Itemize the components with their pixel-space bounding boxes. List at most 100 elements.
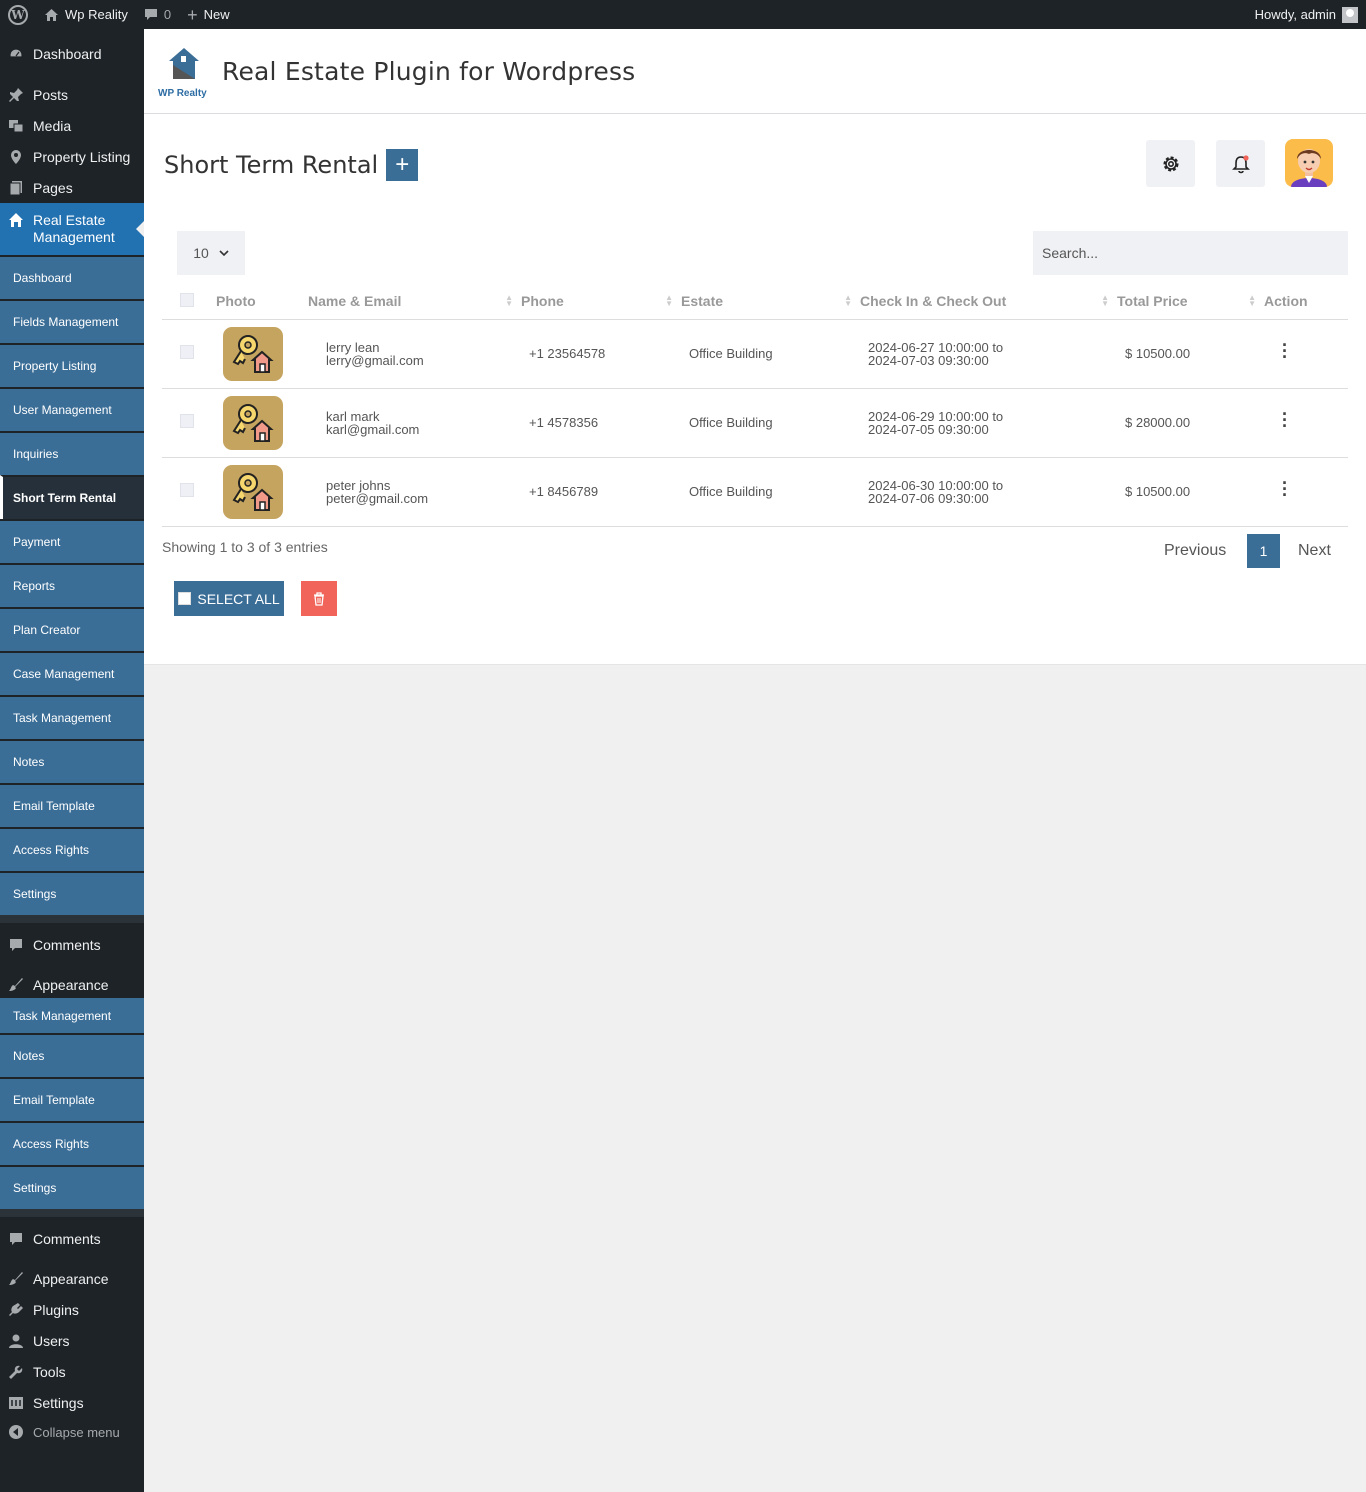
menu-real-estate-management[interactable]: Real Estate Management	[0, 203, 144, 255]
customer-name: lerry lean	[326, 339, 380, 355]
keys-house-icon	[232, 472, 274, 511]
more-actions-icon[interactable]: · · ·	[1282, 405, 1288, 435]
phone-cell: +1 8456789	[521, 457, 681, 527]
settings-button[interactable]	[1146, 140, 1195, 187]
delete-button[interactable]	[301, 581, 337, 616]
search-input[interactable]	[1033, 231, 1348, 275]
my-account-link[interactable]: Howdy, admin	[1247, 0, 1366, 29]
menu-dashboard[interactable]: Dashboard	[0, 39, 144, 69]
header-total-price[interactable]: Total Price ▲ ▼	[1117, 284, 1264, 320]
check-in: 2024-06-30 10:00:00 to	[868, 477, 1004, 493]
row-checkbox[interactable]	[180, 483, 194, 497]
submenu-property-listing[interactable]: Property Listing	[0, 343, 144, 387]
submenu-short-term-rental[interactable]: Short Term Rental	[0, 475, 144, 519]
photo-cell	[216, 388, 308, 458]
site-name-link[interactable]: Wp Reality	[36, 0, 136, 29]
menu-label: Real Estate Management	[33, 212, 115, 245]
customer-email: karl@gmail.com	[326, 421, 420, 437]
submenu-task-management-2[interactable]: Task Management	[0, 998, 144, 1033]
plugin-panel: WP Realty Real Estate Plugin for Wordpre…	[144, 29, 1366, 665]
header-check-in-out[interactable]: Check In & Check Out ▲ ▼	[860, 284, 1117, 320]
menu-appearance-2[interactable]: Appearance	[0, 1263, 144, 1294]
page-length-select[interactable]: 10	[177, 231, 245, 275]
submenu-case-management[interactable]: Case Management	[0, 651, 144, 695]
menu-posts[interactable]: Posts	[0, 79, 144, 110]
row-checkbox[interactable]	[180, 414, 194, 428]
notifications-button[interactable]	[1216, 140, 1265, 187]
check-out: 2024-07-03 09:30:00	[868, 352, 989, 368]
menu-users[interactable]: Users	[0, 1325, 144, 1356]
submenu-settings-2[interactable]: Settings	[0, 1165, 144, 1209]
menu-pages[interactable]: Pages	[0, 172, 144, 203]
submenu-fields-management[interactable]: Fields Management	[0, 299, 144, 343]
header-label: Phone	[521, 293, 564, 310]
submenu-reports[interactable]: Reports	[0, 563, 144, 607]
submenu-dashboard[interactable]: Dashboard	[0, 255, 144, 299]
select-all-button[interactable]: SELECT ALL	[174, 581, 284, 616]
table-header-row: Photo Name & Email ▲ ▼ Phone ▲ ▼ Estate ▲ ▼ Ch…	[162, 284, 1348, 320]
submenu-access-rights-2[interactable]: Access Rights	[0, 1121, 144, 1165]
property-photo	[223, 326, 283, 381]
avatar-icon	[1291, 149, 1327, 187]
house-logo-icon	[169, 48, 199, 79]
header-name-email[interactable]: Name & Email ▲ ▼	[308, 284, 521, 320]
user-avatar[interactable]	[1285, 139, 1333, 187]
repeated-submenu: Task Management Notes Email Template Acc…	[0, 998, 144, 1209]
menu-comments[interactable]: Comments	[0, 929, 144, 960]
menu-media[interactable]: Media	[0, 110, 144, 141]
header-select	[162, 284, 216, 320]
submenu-inquiries[interactable]: Inquiries	[0, 431, 144, 475]
menu-comments-2[interactable]: Comments	[0, 1223, 144, 1254]
new-label: New	[203, 7, 230, 22]
previous-label: Previous	[1164, 542, 1227, 559]
action-cell: · · ·	[1264, 457, 1348, 527]
wrench-icon	[8, 1364, 24, 1380]
page-header: Short Term Rental +	[164, 149, 419, 181]
check-in-out-cell: 2024-06-27 10:00:00 to 2024-07-03 09:30:0…	[860, 319, 1117, 389]
menu-settings[interactable]: Settings	[0, 1387, 144, 1418]
menu-tools[interactable]: Tools	[0, 1356, 144, 1387]
menu-property-listing[interactable]: Property Listing	[0, 141, 144, 172]
estate-cell: Office Building	[681, 388, 860, 458]
previous-page-button[interactable]: Previous	[1164, 534, 1226, 568]
submenu-notes-2[interactable]: Notes	[0, 1033, 144, 1077]
customer-name: karl mark	[326, 408, 380, 424]
new-content-link[interactable]: + New	[179, 0, 238, 29]
page-1-button[interactable]: 1	[1247, 534, 1280, 568]
phone-cell: +1 4578356	[521, 388, 681, 458]
submenu-payment[interactable]: Payment	[0, 519, 144, 563]
property-photo	[223, 395, 283, 450]
wordpress-icon: W	[8, 4, 28, 25]
menu-appearance[interactable]: Appearance	[0, 969, 144, 1000]
header-estate[interactable]: Estate ▲ ▼	[681, 284, 860, 320]
check-in: 2024-06-29 10:00:00 to	[868, 408, 1004, 424]
row-select-cell	[162, 319, 216, 389]
submenu-settings[interactable]: Settings	[0, 871, 144, 915]
customer-email: lerry@gmail.com	[326, 352, 424, 368]
select-all-label: SELECT ALL	[197, 590, 280, 607]
next-page-button[interactable]: Next	[1298, 534, 1331, 568]
more-actions-icon[interactable]: · · ·	[1282, 474, 1288, 504]
phone-cell: +1 23564578	[521, 319, 681, 389]
submenu-access-rights[interactable]: Access Rights	[0, 827, 144, 871]
submenu-email-template[interactable]: Email Template	[0, 783, 144, 827]
check-in-out-cell: 2024-06-30 10:00:00 to 2024-07-06 09:30:0…	[860, 457, 1117, 527]
submenu-user-management[interactable]: User Management	[0, 387, 144, 431]
menu-plugins[interactable]: Plugins	[0, 1294, 144, 1325]
submenu-email-template-2[interactable]: Email Template	[0, 1077, 144, 1121]
submenu-task-management[interactable]: Task Management	[0, 695, 144, 739]
submenu-plan-creator[interactable]: Plan Creator	[0, 607, 144, 651]
home-icon	[45, 8, 58, 21]
row-checkbox[interactable]	[180, 345, 194, 359]
menu-label: Tools	[33, 1363, 66, 1380]
user-icon	[8, 1333, 24, 1349]
comments-link[interactable]: 0	[136, 0, 179, 29]
submenu-notes[interactable]: Notes	[0, 739, 144, 783]
wordpress-logo-button[interactable]: W	[0, 0, 36, 29]
select-all-checkbox[interactable]	[180, 292, 194, 307]
collapse-menu-button[interactable]: Collapse menu	[0, 1418, 144, 1446]
more-actions-icon[interactable]: · · ·	[1282, 336, 1288, 366]
header-phone[interactable]: Phone ▲ ▼	[521, 284, 681, 320]
menu-label: Users	[33, 1332, 70, 1349]
add-rental-button[interactable]: +	[386, 149, 419, 181]
